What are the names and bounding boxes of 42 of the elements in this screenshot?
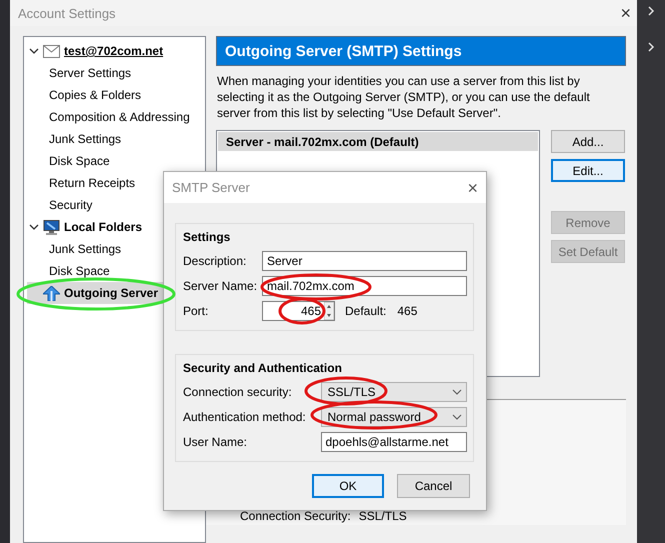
spin-arrows-icon[interactable] xyxy=(324,302,334,320)
chevron-right-icon[interactable] xyxy=(647,6,655,16)
description-text: When managing your identities you can use a server from this list by selecting it as the Outgoing Server (SMTP), or you can use the default server from this list by selecting "Use Default Server". xyxy=(217,73,591,121)
group-heading: Settings xyxy=(183,230,232,244)
field-label: Description: xyxy=(183,254,248,268)
tree-item[interactable]: Disk Space xyxy=(27,150,205,172)
chevron-down-icon xyxy=(452,414,462,420)
panel-button[interactable]: Add... xyxy=(551,130,625,153)
field-label: Authentication method: xyxy=(183,410,307,424)
tree-item[interactable]: test@702com.net xyxy=(27,40,205,62)
dialog-button[interactable]: OK xyxy=(312,474,384,498)
dropdown[interactable]: SSL/TLS xyxy=(320,382,467,402)
field-label: Port: xyxy=(183,304,210,318)
panel-button[interactable]: Edit... xyxy=(551,159,625,182)
field-label: Connection security: xyxy=(183,384,293,398)
tree-item[interactable]: Copies & Folders xyxy=(27,84,205,106)
envelope-icon xyxy=(43,44,60,58)
list-item[interactable]: Server - mail.702mx.com (Default) xyxy=(218,132,538,151)
dialog-title: SMTP Server xyxy=(172,180,250,195)
dropdown[interactable]: Normal password xyxy=(320,406,467,426)
tree-item[interactable]: Junk Settings xyxy=(27,128,205,150)
upload-arrow-icon xyxy=(43,286,60,300)
monitor-icon xyxy=(43,220,60,234)
default-port-value: 465 xyxy=(397,304,418,318)
dialog-button[interactable]: Cancel xyxy=(397,474,470,498)
panel-header: Outgoing Server (SMTP) Settings xyxy=(216,36,626,66)
close-icon[interactable]: × xyxy=(620,4,631,22)
default-port-label: Default: xyxy=(345,304,386,318)
detail-label: Connection Security: xyxy=(240,509,351,523)
tree-item[interactable]: Composition & Addressing xyxy=(27,106,205,128)
close-icon[interactable]: × xyxy=(467,178,478,196)
chevron-down-icon xyxy=(452,388,462,394)
port-value: 465 xyxy=(300,304,321,318)
window-title: Account Settings xyxy=(18,6,116,20)
input-field[interactable]: mail.702mx.com xyxy=(262,276,467,296)
field-label: User Name: xyxy=(183,434,248,448)
chevron-right-icon[interactable] xyxy=(647,42,655,52)
tree-item[interactable]: Server Settings xyxy=(27,62,205,84)
group-heading: Security and Authentication xyxy=(183,361,343,375)
input-field[interactable]: dpoehls@allstarme.net xyxy=(320,432,467,452)
detail-value: SSL/TLS xyxy=(358,509,407,523)
input-field[interactable]: Server xyxy=(262,250,467,270)
